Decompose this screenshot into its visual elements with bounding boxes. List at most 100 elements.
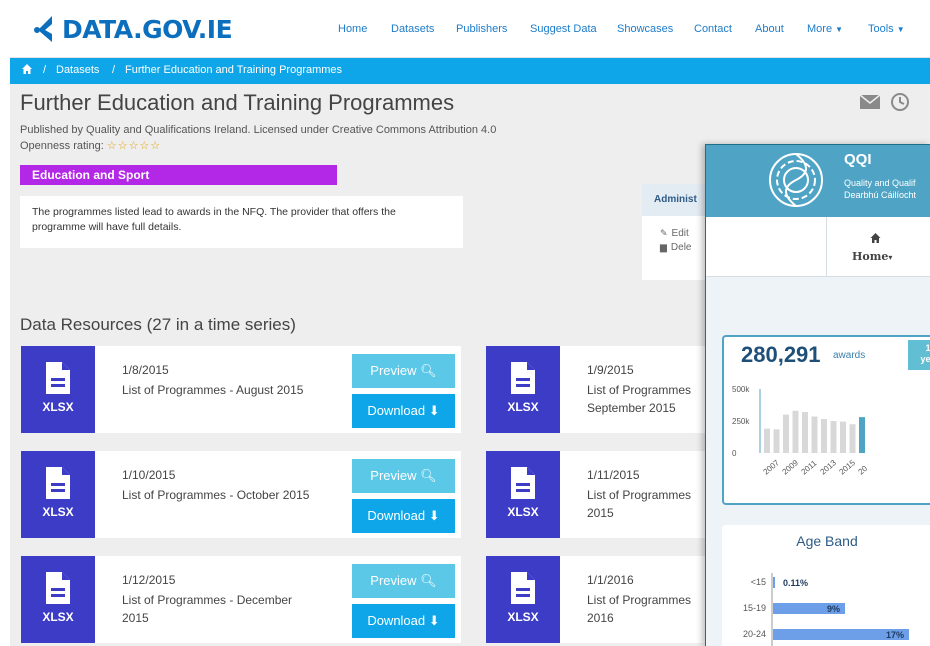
awards-bar bbox=[830, 421, 837, 453]
download-button[interactable]: Download ⬇ bbox=[352, 394, 455, 428]
awards-bar bbox=[764, 428, 770, 453]
browser-page: DATA.GOV.IE Home Datasets Publishers Sug… bbox=[0, 0, 930, 646]
download-button[interactable]: Download ⬇ bbox=[352, 604, 455, 638]
y-tick-label: 0 bbox=[732, 449, 737, 458]
resource-date: 1/10/2015 bbox=[122, 468, 176, 482]
category-label: <15 bbox=[751, 577, 766, 587]
resource-name-line2: September 2015 bbox=[587, 401, 676, 415]
nav-more[interactable]: More ▼ bbox=[807, 23, 843, 35]
title-actions bbox=[859, 92, 930, 117]
nav-datasets[interactable]: Datasets bbox=[391, 23, 434, 35]
nav-suggest-data[interactable]: Suggest Data bbox=[530, 23, 597, 35]
x-tick-label: 2011 bbox=[800, 458, 819, 476]
resource-name-line1: List of Programmes bbox=[587, 383, 692, 397]
x-tick-label: 2015 bbox=[838, 458, 858, 477]
xlsx-badge: XLSX bbox=[486, 556, 560, 643]
nav-contact[interactable]: Contact bbox=[694, 23, 732, 35]
qqi-overlay-window[interactable]: QQI Quality and Qualif Dearbhú Cáilíocht… bbox=[705, 144, 930, 646]
dataset-description: The programmes listed lead to awards in … bbox=[20, 196, 463, 248]
resource-card[interactable]: XLSX 1/10/2015 List of Programmes - Octo… bbox=[21, 451, 461, 538]
nav-publishers[interactable]: Publishers bbox=[456, 23, 507, 35]
preview-label: Preview bbox=[370, 573, 417, 588]
resource-name[interactable]: List of Programmes September 2015 bbox=[587, 381, 697, 417]
format-label: XLSX bbox=[42, 610, 74, 624]
resource-date: 1/11/2015 bbox=[587, 468, 640, 482]
download-label: Download bbox=[367, 403, 426, 418]
download-icon: ⬇ bbox=[428, 613, 440, 628]
resource-card[interactable]: XLSX 1/1/2016 List of Programmes 2016 bbox=[486, 556, 710, 643]
resource-name[interactable]: List of Programmes - December 2015 bbox=[122, 591, 322, 627]
download-button[interactable]: Download ⬇ bbox=[352, 499, 455, 533]
awards-period-badge[interactable]: 1yea bbox=[908, 340, 930, 370]
awards-bar bbox=[811, 416, 818, 453]
preview-button[interactable]: Preview 🔍︎ bbox=[352, 459, 455, 493]
preview-button[interactable]: Preview 🔍︎ bbox=[352, 564, 455, 598]
qqi-nav: Home▾ bbox=[706, 217, 930, 277]
breadcrumb: / Datasets / Further Education and Train… bbox=[10, 58, 930, 84]
awards-label: awards bbox=[833, 350, 866, 361]
admin-delete-label: Dele bbox=[670, 242, 692, 253]
resource-card[interactable]: XLSX 1/8/2015 List of Programmes - Augus… bbox=[21, 346, 461, 433]
home-icon[interactable] bbox=[22, 64, 32, 77]
search-icon: 🔍︎ bbox=[420, 468, 437, 483]
xlsx-badge: XLSX bbox=[21, 346, 95, 433]
format-label: XLSX bbox=[42, 400, 74, 414]
qqi-header: QQI Quality and Qualif Dearbhú Cáilíocht bbox=[706, 145, 930, 217]
age-bar bbox=[773, 577, 775, 588]
qqi-home-menu[interactable]: Home▾ bbox=[852, 250, 892, 263]
x-tick-label: 2013 bbox=[819, 458, 839, 477]
awards-bar bbox=[821, 419, 827, 453]
age-band-title: Age Band bbox=[796, 533, 858, 549]
resource-card[interactable]: XLSX 1/11/2015 List of Programmes 2015 bbox=[486, 451, 710, 538]
age-band-panel: Age Band <15 0.11% 15-19 9% 20-24 17% bbox=[722, 525, 930, 646]
awards-bar bbox=[840, 421, 846, 453]
awards-bar bbox=[792, 410, 799, 453]
download-icon: ⬇ bbox=[428, 403, 440, 418]
download-label: Download bbox=[367, 613, 426, 628]
caret-down-icon: ▼ bbox=[835, 25, 843, 34]
xlsx-badge: XLSX bbox=[21, 451, 95, 538]
resource-name[interactable]: List of Programmes - August 2015 bbox=[122, 381, 322, 399]
breadcrumb-sep: / bbox=[112, 64, 116, 76]
nav-showcases[interactable]: Showcases bbox=[617, 23, 673, 35]
nav-about[interactable]: About bbox=[755, 23, 784, 35]
resource-card[interactable]: XLSX 1/12/2015 List of Programmes - Dece… bbox=[21, 556, 461, 643]
resource-name[interactable]: List of Programmes - October 2015 bbox=[122, 486, 322, 504]
xlsx-badge: XLSX bbox=[486, 451, 560, 538]
qqi-subtitle-en: Quality and Qualif bbox=[844, 178, 916, 188]
resource-date: 1/8/2015 bbox=[122, 363, 169, 377]
resource-name[interactable]: List of Programmes 2016 bbox=[587, 591, 697, 627]
site-header: DATA.GOV.IE Home Datasets Publishers Sug… bbox=[10, 0, 930, 58]
y-tick-label: 500k bbox=[732, 385, 750, 394]
envelope-icon bbox=[859, 94, 881, 109]
nav-home[interactable]: Home bbox=[338, 23, 367, 35]
data-label: 17% bbox=[886, 630, 904, 640]
caret-down-icon: ▾ bbox=[888, 252, 893, 262]
file-icon bbox=[46, 362, 70, 394]
caret-down-icon: ▼ bbox=[896, 25, 905, 34]
file-icon bbox=[511, 572, 535, 604]
edit-icon: ✎ bbox=[660, 228, 668, 238]
openness-label: Openness rating: bbox=[20, 140, 104, 152]
format-label: XLSX bbox=[507, 400, 539, 414]
breadcrumb-current[interactable]: Further Education and Training Programme… bbox=[125, 64, 342, 76]
resource-name[interactable]: List of Programmes 2015 bbox=[587, 486, 697, 522]
preview-button[interactable]: Preview 🔍︎ bbox=[352, 354, 455, 388]
resource-name-line2: 2015 bbox=[587, 506, 614, 520]
y-tick-label: 250k bbox=[732, 417, 750, 426]
home-icon bbox=[870, 232, 881, 246]
awards-bar bbox=[802, 412, 808, 453]
nav-tools[interactable]: Tools ▼ bbox=[868, 23, 905, 35]
resource-name-line2: 2016 bbox=[587, 611, 614, 625]
page-title: Further Education and Training Programme… bbox=[20, 90, 455, 115]
breadcrumb-datasets[interactable]: Datasets bbox=[56, 64, 99, 76]
awards-total: 280,291 bbox=[741, 342, 821, 367]
qqi-spiral-logo-icon bbox=[769, 153, 823, 207]
breadcrumb-sep: / bbox=[43, 64, 47, 76]
resource-card[interactable]: XLSX 1/9/2015 List of Programmes Septembe… bbox=[486, 346, 710, 433]
qqi-home-label: Home bbox=[852, 250, 889, 263]
category-tag[interactable]: Education and Sport bbox=[20, 165, 337, 185]
data-label: 0.11% bbox=[783, 578, 808, 588]
star-rating-icon: ☆☆☆☆☆ bbox=[106, 140, 162, 152]
qqi-brand: QQI bbox=[844, 151, 872, 168]
